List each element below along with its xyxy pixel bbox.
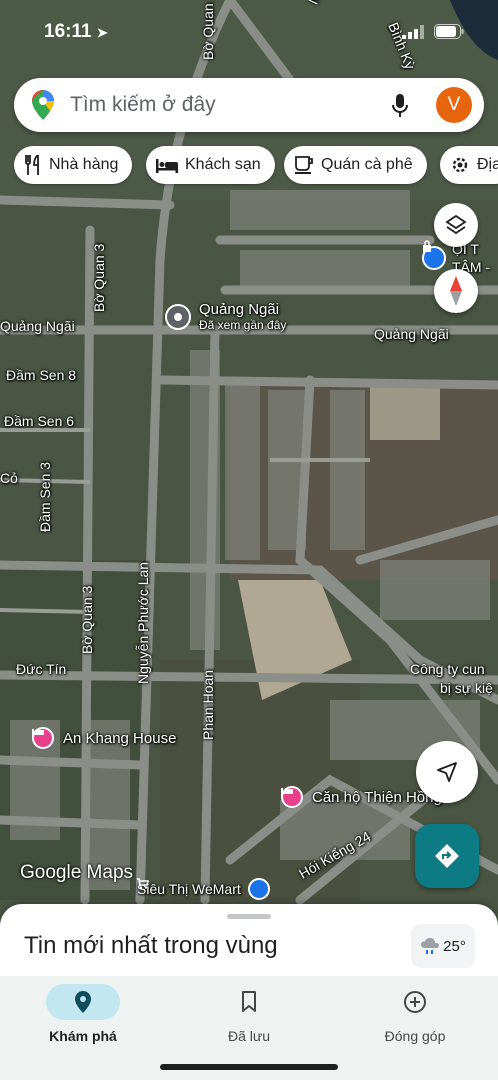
nav-label: Đã lưu xyxy=(227,1028,271,1044)
compass-button[interactable] xyxy=(434,269,478,313)
place-label: Siêu Thị WeMart xyxy=(137,881,241,897)
place-title: Quảng Ngãi xyxy=(199,301,280,318)
nav-icon-wrap xyxy=(378,984,452,1020)
drag-handle[interactable] xyxy=(227,914,271,919)
place-can-ho-thien-hong[interactable]: Căn hộ Thiện Hồng xyxy=(281,786,442,808)
navigation-arrow-icon xyxy=(437,762,457,782)
microphone-icon[interactable] xyxy=(392,94,408,118)
compass-icon xyxy=(450,276,462,306)
clock: 16:11 xyxy=(44,21,92,42)
my-location-button[interactable] xyxy=(416,741,478,803)
street-label-dam-sen-8: Đầm Sen 8 xyxy=(6,367,77,383)
gear-icon xyxy=(452,157,468,173)
fork-knife-icon xyxy=(25,155,39,175)
street-label-bo-quan-3-lower: Bờ Quan 3 xyxy=(79,585,95,654)
nav-label: Đóng góp xyxy=(384,1028,446,1044)
recent-place-icon xyxy=(165,303,191,330)
place-sieu-thi-wemart[interactable]: Siêu Thị WeMart xyxy=(137,878,270,900)
sheet-title: Tin mới nhất trong vùng xyxy=(24,932,278,959)
lock-pin-icon xyxy=(422,240,446,270)
weather-chip[interactable]: 25° xyxy=(411,924,475,968)
nav-icon-wrap xyxy=(212,984,286,1020)
area-label-co: Cỏ xyxy=(0,470,18,486)
nav-label: Khám phá xyxy=(49,1028,117,1044)
avatar[interactable]: V xyxy=(436,87,472,123)
bed-icon xyxy=(156,159,178,173)
google-maps-logo: Google Maps xyxy=(20,862,134,883)
chip-label: Địa xyxy=(477,156,498,173)
street-label-dam-sen-3: Đầm Sen 3 xyxy=(37,461,53,532)
bookmark-icon xyxy=(242,991,256,1012)
rain-cloud-icon xyxy=(421,938,440,954)
google-maps-pin-icon xyxy=(32,90,54,120)
chip-places[interactable]: Địa xyxy=(440,146,498,184)
place-label: An Khang House xyxy=(63,729,177,747)
search-bar[interactable]: Tìm kiếm ở đây V xyxy=(14,78,484,132)
layers-button[interactable] xyxy=(434,203,478,247)
chip-label: Nhà hàng xyxy=(49,156,119,173)
status-icons xyxy=(402,24,464,39)
add-circle-icon xyxy=(404,991,426,1013)
nav-icon-wrap xyxy=(46,984,120,1020)
status-time: 16:11 ➤ xyxy=(44,21,108,43)
place-label-line2: bị sự kiệ xyxy=(440,680,493,696)
explore-pin-icon xyxy=(75,991,91,1013)
search-input[interactable]: Tìm kiếm ở đây xyxy=(70,93,216,117)
street-label-dam-sen-6: Đầm Sen 6 xyxy=(4,413,75,429)
place-cong-ty[interactable]: Công ty cun bị sự kiệ xyxy=(410,660,493,698)
chip-restaurants[interactable]: Nhà hàng xyxy=(14,146,133,184)
temperature: 25° xyxy=(443,937,466,955)
street-label-bo-quan-3-left: Bờ Quan 3 xyxy=(91,243,107,312)
chip-cafes[interactable]: Quán cà phê xyxy=(284,146,427,184)
shopping-cart-icon xyxy=(137,878,270,900)
street-label-quang-ngai-right: Quảng Ngãi xyxy=(374,326,449,342)
place-label-line1: Công ty cun xyxy=(410,661,485,677)
directions-icon xyxy=(435,844,459,868)
chip-label: Khách sạn xyxy=(185,156,261,173)
hotel-pin-icon xyxy=(32,727,54,749)
place-subtitle: Đã xem gần đây xyxy=(199,318,287,332)
nav-saved[interactable]: Đã lưu xyxy=(166,980,332,1050)
home-indicator[interactable] xyxy=(160,1064,338,1070)
place-quang-ngai[interactable]: Quảng Ngãi Đã xem gần đây xyxy=(165,301,286,332)
nav-contribute[interactable]: Đóng góp xyxy=(332,980,498,1050)
directions-button[interactable] xyxy=(415,824,479,888)
signal-icon xyxy=(402,24,424,39)
status-bar: 16:11 ➤ xyxy=(0,0,498,66)
layers-icon xyxy=(445,214,467,235)
chip-label: Quán cà phê xyxy=(321,156,413,173)
street-label-phan-hoan: Phan Hoan xyxy=(200,669,216,740)
place-an-khang-house[interactable]: An Khang House xyxy=(32,727,176,749)
street-label-nguyen-phuoc-lan: Nguyễn Phước Lan xyxy=(135,561,151,684)
street-label-duc-tin: Đức Tín xyxy=(16,661,67,677)
chip-hotels[interactable]: Khách sạn xyxy=(146,146,275,184)
battery-icon xyxy=(434,24,464,39)
coffee-cup-icon xyxy=(295,156,313,174)
category-chips: Nhà hàng Khách sạn Quán cà phê Địa xyxy=(0,146,498,186)
location-arrow-icon: ➤ xyxy=(96,25,108,40)
hotel-pin-icon xyxy=(281,786,303,808)
nav-explore[interactable]: Khám phá xyxy=(0,980,166,1050)
street-label-quang-ngai-left: Quảng Ngãi xyxy=(0,318,75,334)
